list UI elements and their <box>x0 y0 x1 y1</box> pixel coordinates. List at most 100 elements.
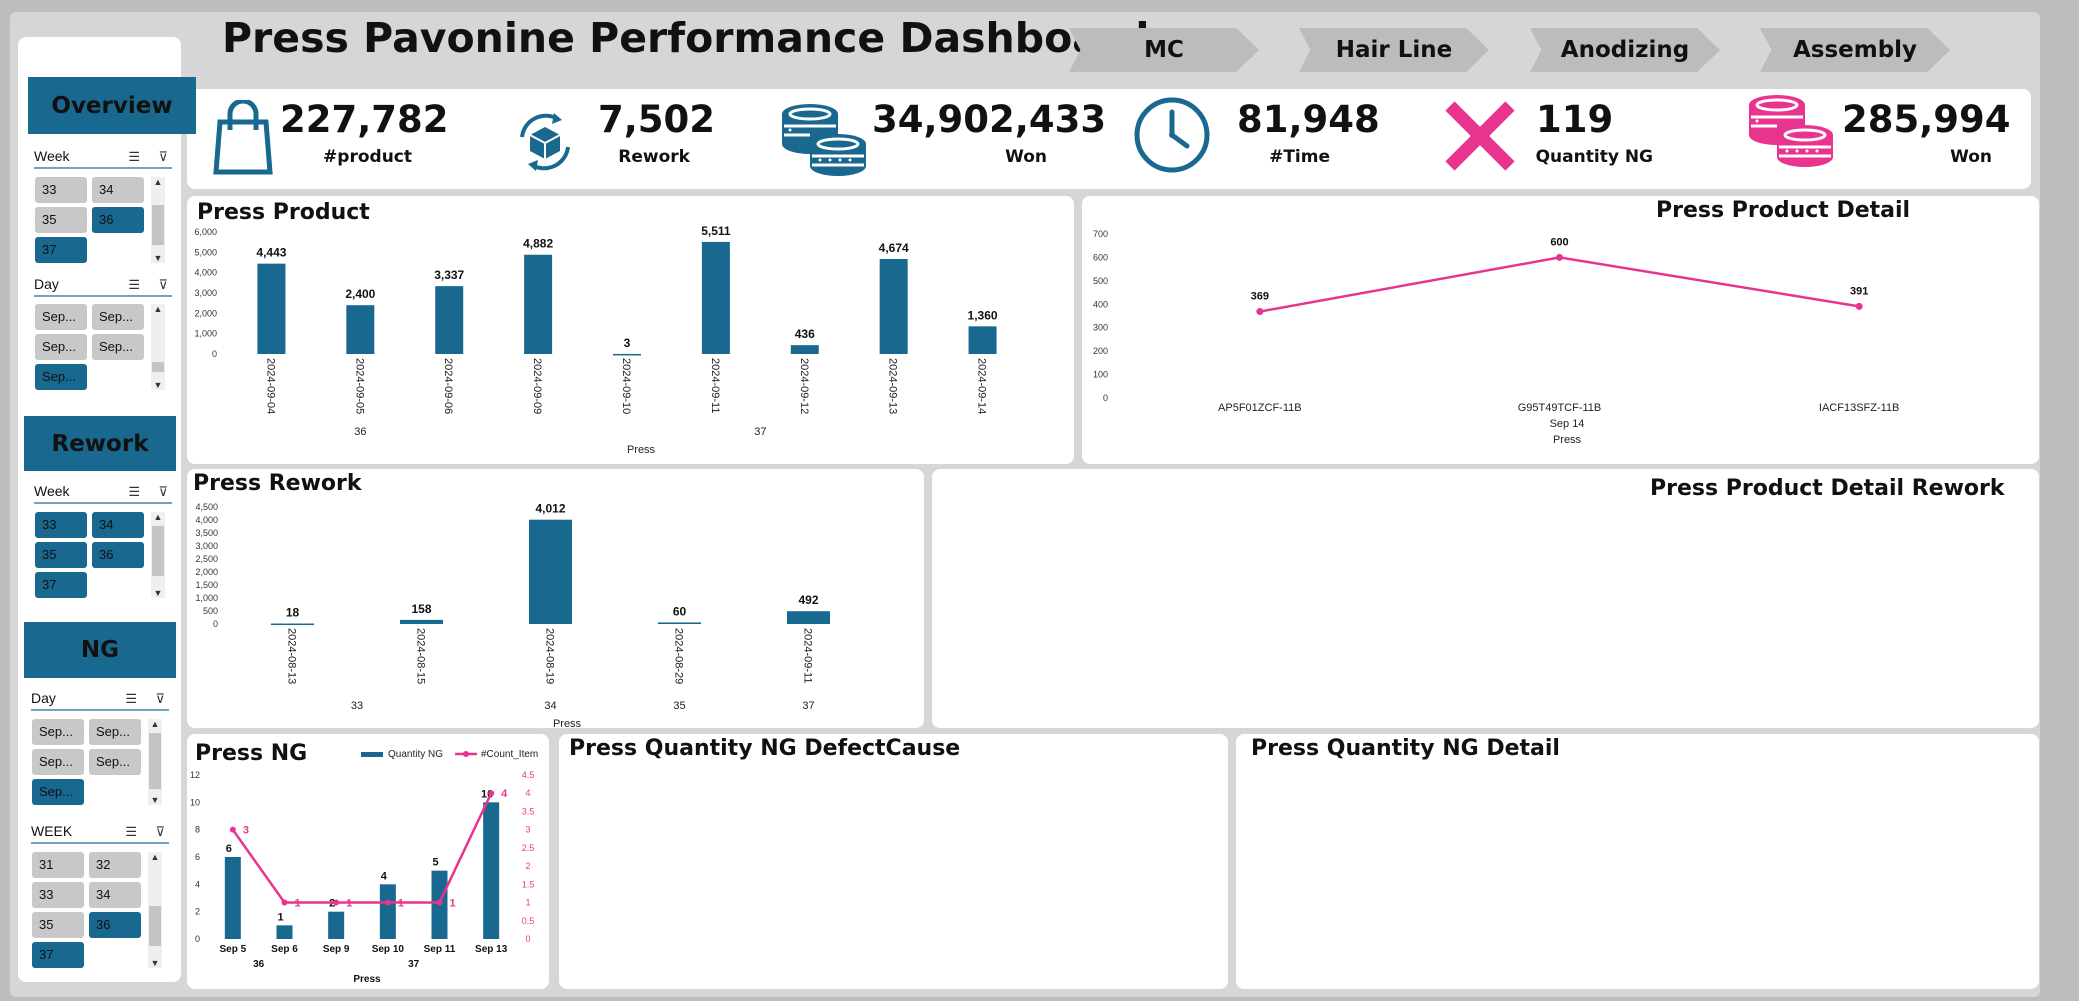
legend-label: #Count_Item <box>481 749 538 760</box>
rework-week-slicer-scrollbar[interactable]: ▲ ▼ <box>151 512 165 598</box>
scroll-up-icon[interactable]: ▲ <box>151 304 165 314</box>
nav-hair-line-button[interactable]: Hair Line <box>1299 28 1489 72</box>
nav-mc-button[interactable]: MC <box>1069 28 1259 72</box>
ng-week-slicer-item[interactable]: 34 <box>89 882 141 908</box>
rework-week-slicer-item[interactable]: 37 <box>35 572 87 598</box>
bar-value-label: 158 <box>411 602 431 616</box>
rework-week-slicer-item[interactable]: 35 <box>35 542 87 568</box>
overview-week-slicer-item[interactable]: 35 <box>35 207 87 233</box>
group-label: 37 <box>408 959 420 970</box>
ng-week-slicer-item[interactable]: 33 <box>32 882 84 908</box>
y2-tick-label: 0.5 <box>522 916 535 926</box>
press-rework-plot: 0 500 1,000 1,500 2,000 2,500 3,000 3,500 4,000 4… <box>195 502 830 728</box>
overview-week-slicer-item[interactable]: 34 <box>92 177 144 203</box>
y2-tick-label: 1.5 <box>522 879 535 889</box>
multi-select-icon[interactable]: ☰ <box>128 149 140 165</box>
rework-week-slicer-item[interactable]: 33 <box>35 512 87 538</box>
bar <box>257 263 286 354</box>
clear-filter-icon[interactable]: ⊽ <box>155 824 165 840</box>
rework-week-slicer-label: Week ☰ ⊽ <box>34 483 172 504</box>
clear-filter-icon[interactable]: ⊽ <box>158 484 168 500</box>
ng-week-slicer-item[interactable]: 36 <box>89 912 141 938</box>
scroll-down-icon[interactable]: ▼ <box>151 380 165 390</box>
scroll-thumb[interactable] <box>149 906 161 946</box>
scroll-thumb[interactable] <box>152 205 164 245</box>
scroll-up-icon[interactable]: ▲ <box>148 852 162 862</box>
ng-day-slicer-item[interactable]: Sep... <box>89 749 141 775</box>
rework-week-slicer-title: Week <box>34 483 70 499</box>
ng-week-slicer-scrollbar[interactable]: ▲ ▼ <box>148 852 162 968</box>
scroll-down-icon[interactable]: ▼ <box>148 958 162 968</box>
ng-day-slicer-item[interactable]: Sep... <box>32 779 84 805</box>
rework-week-slicer-item[interactable]: 34 <box>92 512 144 538</box>
scroll-thumb[interactable] <box>152 362 164 372</box>
multi-select-icon[interactable]: ☰ <box>125 824 137 840</box>
press-quantity-ng-defectcause-panel: Press Quantity NG DefectCause <box>559 734 1228 989</box>
scroll-thumb[interactable] <box>152 526 164 576</box>
overview-week-slicer-item[interactable]: 36 <box>92 207 144 233</box>
scroll-down-icon[interactable]: ▼ <box>151 588 165 598</box>
data-point <box>281 899 288 906</box>
ng-day-slicer-item[interactable]: Sep... <box>89 719 141 745</box>
scroll-thumb[interactable] <box>149 733 161 789</box>
bar <box>879 258 908 354</box>
y2-tick-label: 2 <box>525 861 530 871</box>
ng-day-slicer-item[interactable]: Sep... <box>32 749 84 775</box>
x-mark-icon <box>1444 100 1516 177</box>
press-product-detail-panel: Press Product Detail 0 100 200 300 400 500 600… <box>1082 196 2039 464</box>
y-tick-label: 1,000 <box>195 593 218 603</box>
rework-header: Rework <box>24 416 176 471</box>
ng-week-slicer-item[interactable]: 35 <box>32 912 84 938</box>
x-tick-label: 2024-09-13 <box>887 358 899 414</box>
ng-day-slicer-scrollbar[interactable]: ▲ ▼ <box>148 719 162 805</box>
bar <box>613 353 641 356</box>
nav-assembly-button[interactable]: Assembly <box>1760 28 1950 72</box>
group-label: 34 <box>544 700 556 712</box>
bar <box>968 326 997 354</box>
bar <box>271 623 314 626</box>
scroll-up-icon[interactable]: ▲ <box>151 177 165 187</box>
kpi-label: Rework <box>618 147 690 167</box>
multi-select-icon[interactable]: ☰ <box>125 691 137 707</box>
overview-week-slicer-item[interactable]: 37 <box>35 237 87 263</box>
y-tick-label: 500 <box>1093 276 1108 286</box>
clock-icon <box>1133 96 1211 179</box>
overview-day-slicer-item[interactable]: Sep... <box>35 304 87 330</box>
y-tick-label: 2,000 <box>194 308 217 318</box>
x-tick-label: 2024-09-11 <box>709 358 721 413</box>
scroll-up-icon[interactable]: ▲ <box>151 512 165 522</box>
scroll-down-icon[interactable]: ▼ <box>151 253 165 263</box>
ng-week-slicer-item[interactable]: 32 <box>89 852 141 878</box>
group-label: 35 <box>673 700 685 712</box>
chart-legend: Quantity NG #Count_Item <box>361 749 538 760</box>
bar <box>346 305 375 354</box>
rework-week-slicer-item[interactable]: 36 <box>92 542 144 568</box>
data-point <box>1855 302 1863 310</box>
data-point <box>384 899 391 906</box>
press-rework-chart: 0 500 1,000 1,500 2,000 2,500 3,000 3,500 4,000 4… <box>195 502 830 728</box>
press-product-chart: 0 1,000 2,000 3,000 4,000 5,000 6,000 4,443 2024… <box>194 224 997 456</box>
overview-day-slicer-item[interactable]: Sep... <box>92 304 144 330</box>
overview-day-slicer-item[interactable]: Sep... <box>35 334 87 360</box>
overview-week-slicer-item[interactable]: 33 <box>35 177 87 203</box>
ng-day-slicer-item[interactable]: Sep... <box>32 719 84 745</box>
multi-select-icon[interactable]: ☰ <box>128 484 140 500</box>
nav-anodizing-button[interactable]: Anodizing <box>1530 28 1720 72</box>
bar-value-label: 60 <box>673 604 687 618</box>
overview-day-slicer-item[interactable]: Sep... <box>92 334 144 360</box>
clear-filter-icon[interactable]: ⊽ <box>158 277 168 293</box>
scroll-up-icon[interactable]: ▲ <box>148 719 162 729</box>
bar <box>435 286 464 354</box>
ng-week-slicer-item[interactable]: 31 <box>32 852 84 878</box>
line-value-label: 1 <box>398 898 404 910</box>
kpi-value: 34,902,433 <box>872 98 1107 141</box>
scroll-down-icon[interactable]: ▼ <box>148 795 162 805</box>
overview-day-slicer-item[interactable]: Sep... <box>35 364 87 390</box>
clear-filter-icon[interactable]: ⊽ <box>158 149 168 165</box>
overview-day-slicer-scrollbar[interactable]: ▲ ▼ <box>151 304 165 390</box>
multi-select-icon[interactable]: ☰ <box>128 277 140 293</box>
overview-week-slicer-scrollbar[interactable]: ▲ ▼ <box>151 177 165 263</box>
overview-day-slicer-title: Day <box>34 276 59 292</box>
clear-filter-icon[interactable]: ⊽ <box>155 691 165 707</box>
ng-week-slicer-item[interactable]: 37 <box>32 942 84 968</box>
